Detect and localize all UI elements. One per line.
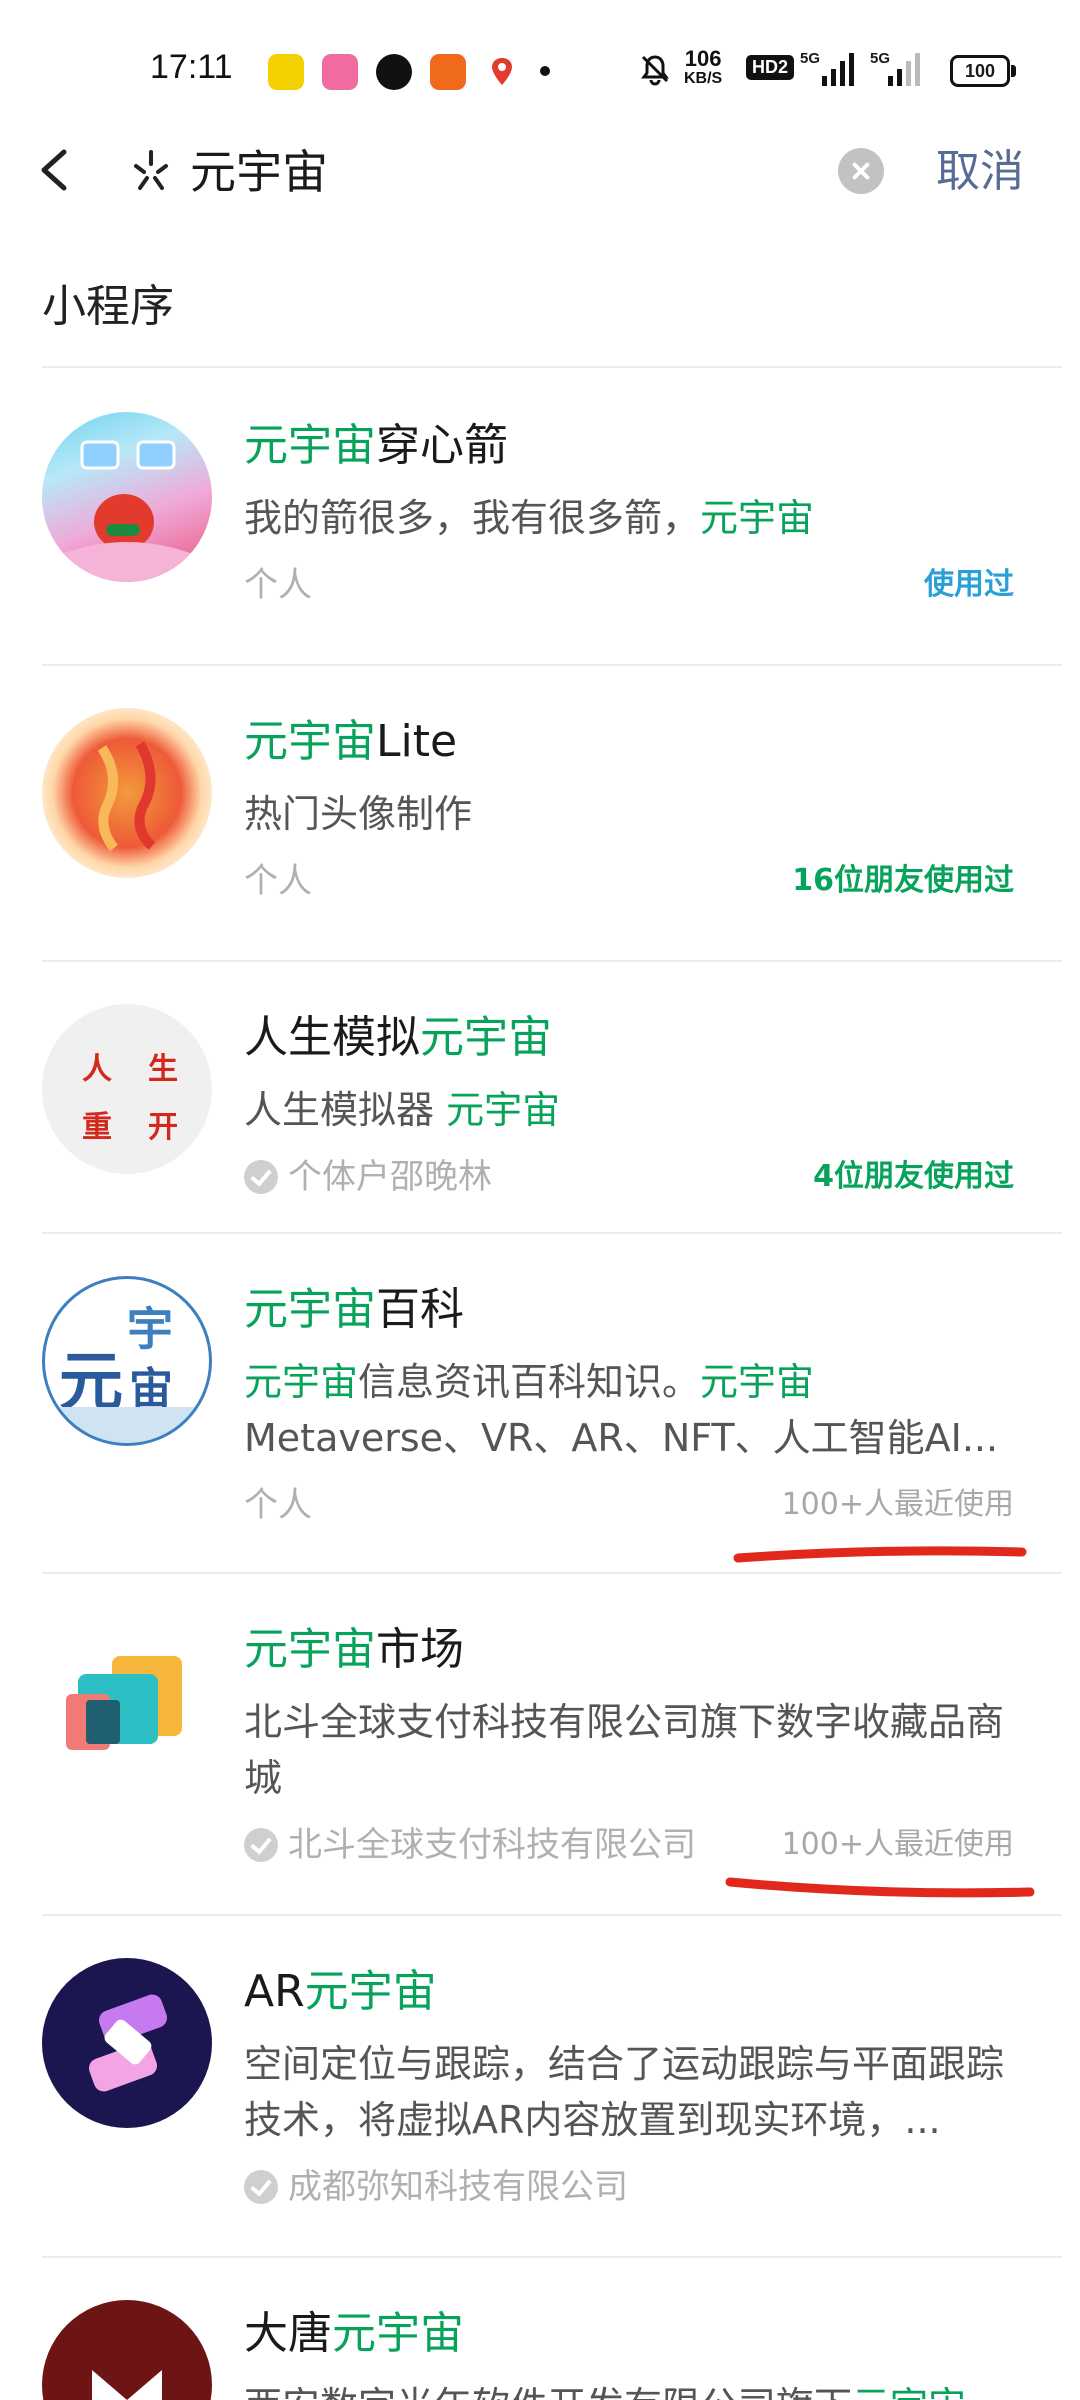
battery-icon: 100 (950, 55, 1016, 87)
result-description: 我的箭很多，我有很多箭，元宇宙 (244, 496, 815, 540)
back-button[interactable] (30, 140, 90, 200)
result-owner: 个人 (244, 565, 312, 605)
cancel-button[interactable]: 取消 (936, 140, 1024, 204)
red-annotation-underline (733, 1546, 1027, 1563)
result-avatar: 人 生 重 开 (42, 1004, 212, 1174)
verified-icon (244, 1160, 278, 1194)
net-speed: 106 KB/S (684, 48, 722, 88)
app-icon-yellow (268, 54, 304, 90)
avatar-char: 重 (82, 1110, 112, 1145)
result-owner: 北斗全球支付科技有限公司 (244, 1820, 696, 1870)
result-description: 人生模拟器 元宇宙 (244, 1088, 561, 1132)
result-title: 元宇宙Lite (244, 716, 458, 767)
chevron-left-icon (41, 149, 67, 191)
result-description: 北斗全球支付科技有限公司旗下数字收藏品商城 (244, 1700, 1005, 1800)
result-title: 人生模拟元宇宙 (244, 1012, 552, 1063)
map-pin-icon (484, 54, 520, 90)
signal1-label: 5G (800, 50, 821, 67)
net-speed-unit: KB/S (684, 70, 723, 87)
status-time: 17:11 (150, 48, 233, 86)
avatar-char: 宇 (127, 1302, 173, 1356)
result-item[interactable]: 元 宇 宙 元宇宙百科 元宇宙信息资讯百科知识。元宇宙 Metaverse、VR… (0, 1234, 1080, 1574)
result-item[interactable]: 大唐元宇宙 西安数字光年软件开发有限公司旗下元宇宙 (0, 2258, 1080, 2400)
search-query: 元宇宙 (190, 145, 328, 199)
result-title: 元宇宙市场 (244, 1624, 464, 1675)
signal2-label: 5G (870, 50, 891, 67)
signal1-icon (822, 52, 854, 86)
result-avatar (42, 412, 212, 582)
bell-muted-icon (638, 52, 672, 86)
net-speed-value: 106 (684, 46, 722, 71)
result-avatar (42, 708, 212, 878)
result-item[interactable]: 元宇宙Lite 热门头像制作 个人 16位朋友使用过 (0, 666, 1080, 946)
avatar-char: 人 (82, 1052, 112, 1087)
friends-used-tag: 16位朋友使用过 (792, 863, 1014, 898)
result-item[interactable]: 元宇宙市场 北斗全球支付科技有限公司旗下数字收藏品商城 北斗全球支付科技有限公司… (0, 1574, 1080, 1914)
result-description: 热门头像制作 (244, 792, 473, 836)
avatar-char: 生 (148, 1052, 178, 1087)
used-tag: 使用过 (924, 567, 1014, 602)
result-avatar (42, 2300, 212, 2400)
search-input[interactable]: 元宇宙 (120, 130, 920, 214)
result-owner: 成都弥知科技有限公司 (244, 2162, 628, 2212)
result-avatar (42, 1616, 212, 1786)
result-item[interactable]: AR元宇宙 空间定位与跟踪，结合了运动跟踪与平面跟踪技术，将虚拟AR内容放置到现… (0, 1916, 1080, 2256)
result-owner: 个人 (244, 1485, 312, 1525)
recent-use-tag: 100+人最近使用 (781, 1487, 1014, 1522)
hd-badge: HD2 (746, 55, 795, 80)
result-title: 大唐元宇宙 (244, 2308, 464, 2359)
result-description: 空间定位与跟踪，结合了运动跟踪与平面跟踪技术，将虚拟AR内容放置到现实环境，..… (244, 2042, 1005, 2142)
recent-use-tag: 100+人最近使用 (781, 1827, 1014, 1862)
avatar-ground (45, 1407, 209, 1443)
result-item[interactable]: 元宇宙穿心箭 我的箭很多，我有很多箭，元宇宙 个人 使用过 (0, 370, 1080, 650)
result-description: 元宇宙信息资讯百科知识。元宇宙 (244, 1360, 815, 1404)
orange-app-icon (430, 54, 466, 90)
verified-icon (244, 1828, 278, 1862)
result-owner: 个人 (244, 861, 312, 901)
status-bar: 17:11 106 KB/S HD2 5G 5G 100 (0, 0, 1080, 130)
result-owner: 个体户邵晚林 (244, 1152, 492, 1202)
result-title: 元宇宙百科 (244, 1284, 464, 1335)
divider (42, 366, 1062, 368)
bird-icon (376, 54, 412, 90)
result-title: 元宇宙穿心箭 (244, 420, 508, 471)
red-annotation-underline (725, 1877, 1035, 1898)
signal2-icon (888, 52, 920, 86)
section-title: 小程序 (42, 281, 174, 332)
result-description: 西安数字光年软件开发有限公司旗下元宇宙 (244, 2378, 1034, 2400)
avatar-char: 开 (148, 1110, 178, 1145)
result-avatar (42, 1958, 212, 2128)
bilibili-icon (322, 54, 358, 90)
result-avatar: 元 宇 宙 (42, 1276, 212, 1446)
friends-used-tag: 4位朋友使用过 (813, 1159, 1014, 1194)
result-title: AR元宇宙 (244, 1966, 437, 2017)
clear-search-button[interactable] (838, 148, 884, 194)
verified-icon (244, 2170, 278, 2204)
result-description-line2: Metaverse、VR、AR、NFT、人工智能AI... (244, 1416, 999, 1460)
result-item[interactable]: 人 生 重 开 人生模拟元宇宙 人生模拟器 元宇宙 个体户邵晚林 4位朋友使用过 (0, 962, 1080, 1242)
notification-dot (540, 66, 550, 76)
sparkle-icon (134, 150, 168, 190)
